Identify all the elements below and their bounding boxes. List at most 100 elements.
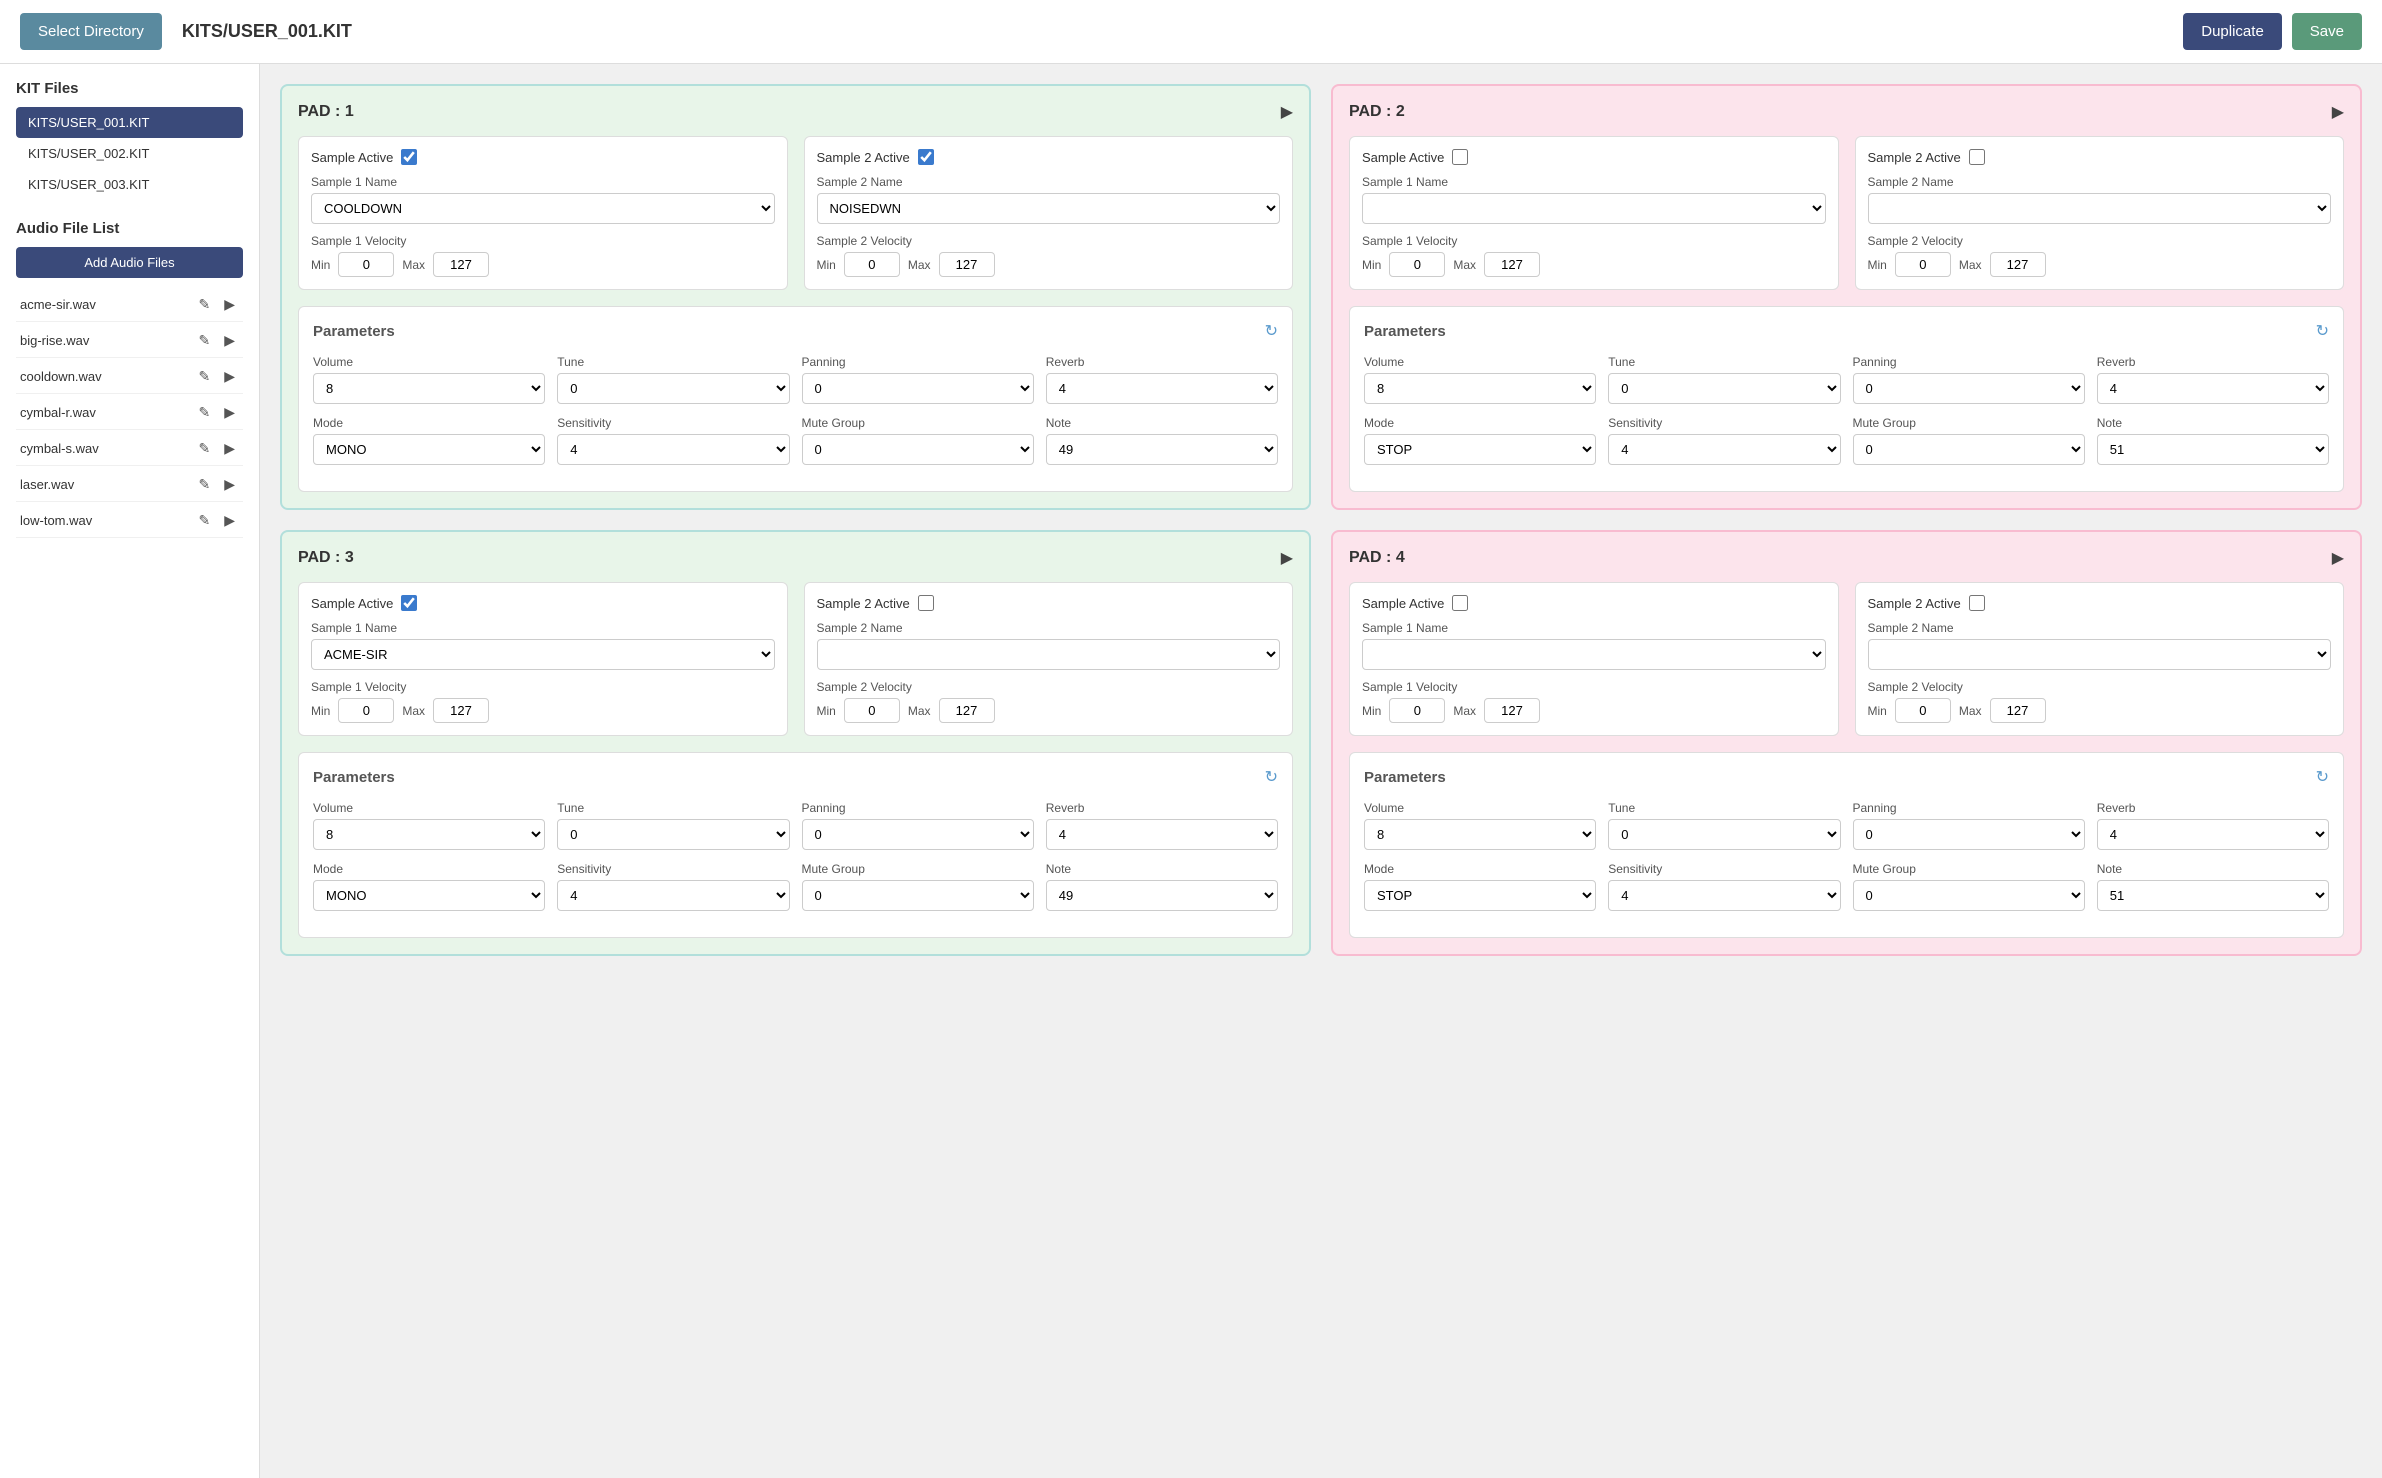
pad2-note-param-select[interactable]: 51	[2097, 434, 2329, 465]
kit-file-item[interactable]: KITS/USER_001.KIT	[16, 107, 243, 138]
pad-play-button-2[interactable]: ▶	[2332, 102, 2344, 122]
pad3-reverb-param-select[interactable]: 4	[1046, 819, 1278, 850]
pad1-sample1-vel-max-input[interactable]	[433, 252, 489, 277]
save-button[interactable]: Save	[2292, 13, 2362, 50]
pad3-sample2-vel-min-input[interactable]	[844, 698, 900, 723]
pad1-sample1-name-select[interactable]: COOLDOWN	[311, 193, 775, 224]
params-reset-button-3[interactable]: ↻	[1265, 767, 1278, 787]
pad3-panning-param-select[interactable]: 0	[802, 819, 1034, 850]
pad3-sample2-name-select[interactable]	[817, 639, 1281, 670]
pad4-sample1-min-label: Min	[1362, 704, 1381, 718]
pad3-sample2-active-checkbox[interactable]	[918, 595, 934, 611]
duplicate-button[interactable]: Duplicate	[2183, 13, 2282, 50]
pad2-mode-param-select[interactable]: STOP	[1364, 434, 1596, 465]
pad4-sensitivity-param-select[interactable]: 4	[1608, 880, 1840, 911]
pad2-sample2-vel-min-input[interactable]	[1895, 252, 1951, 277]
pad1-tune-param-select[interactable]: 0	[557, 373, 789, 404]
pad2-sample1-active-checkbox[interactable]	[1452, 149, 1468, 165]
pad2-tune-param-select[interactable]: 0	[1608, 373, 1840, 404]
pad2-sample1-name-select[interactable]	[1362, 193, 1826, 224]
params-reset-button-2[interactable]: ↻	[2316, 321, 2329, 341]
pad4-reverb-param-select[interactable]: 4	[2097, 819, 2329, 850]
pad2-sample1-vel-min-input[interactable]	[1389, 252, 1445, 277]
pad3-sensitivity-param-select[interactable]: 4	[557, 880, 789, 911]
play-audio-button[interactable]: ▶	[220, 330, 239, 351]
pad2-sensitivity-param-select[interactable]: 4	[1608, 434, 1840, 465]
pad2-sample2-active-checkbox[interactable]	[1969, 149, 1985, 165]
pad2-sample2-vel-max-input[interactable]	[1990, 252, 2046, 277]
pad-play-button-4[interactable]: ▶	[2332, 548, 2344, 568]
pad1-sample1-vel-min-input[interactable]	[338, 252, 394, 277]
edit-audio-button[interactable]: ✎	[194, 366, 214, 387]
pad4-sample2-name-select[interactable]	[1868, 639, 2332, 670]
pad-play-button-1[interactable]: ▶	[1281, 102, 1293, 122]
pad2-sample1-active-row: Sample Active	[1362, 149, 1826, 165]
play-audio-button[interactable]: ▶	[220, 402, 239, 423]
edit-audio-button[interactable]: ✎	[194, 294, 214, 315]
pad2-sample1-vel-max-input[interactable]	[1484, 252, 1540, 277]
pad4-sample1-active-checkbox[interactable]	[1452, 595, 1468, 611]
pad1-panning-param-select[interactable]: 0	[802, 373, 1034, 404]
pad4-sample2-active-checkbox[interactable]	[1969, 595, 1985, 611]
pad4-volume-param-select[interactable]: 8	[1364, 819, 1596, 850]
edit-audio-button[interactable]: ✎	[194, 474, 214, 495]
pad2-sample2-name-select[interactable]	[1868, 193, 2332, 224]
play-audio-button[interactable]: ▶	[220, 438, 239, 459]
pad4-sample2-vel-min-input[interactable]	[1895, 698, 1951, 723]
pad3-sample1-vel-max-input[interactable]	[433, 698, 489, 723]
edit-audio-button[interactable]: ✎	[194, 510, 214, 531]
pad2-mute-group-param-select[interactable]: 0	[1853, 434, 2085, 465]
pad2-volume-param-select[interactable]: 8	[1364, 373, 1596, 404]
pad4-note-param-select[interactable]: 51	[2097, 880, 2329, 911]
play-audio-button[interactable]: ▶	[220, 294, 239, 315]
pad3-sample1-active-checkbox[interactable]	[401, 595, 417, 611]
select-directory-button[interactable]: Select Directory	[20, 13, 162, 50]
pad1-sample1-active-checkbox[interactable]	[401, 149, 417, 165]
pad1-sample2-vel-min-input[interactable]	[844, 252, 900, 277]
params-reset-button-1[interactable]: ↻	[1265, 321, 1278, 341]
edit-audio-button[interactable]: ✎	[194, 438, 214, 459]
pad2-panning-param-select[interactable]: 0	[1853, 373, 2085, 404]
pad4-sample1-vel-min-input[interactable]	[1389, 698, 1445, 723]
pad1-reverb-param-item: Reverb4	[1046, 355, 1278, 404]
pad1-reverb-param-select[interactable]: 4	[1046, 373, 1278, 404]
pad3-sample2-vel-max-input[interactable]	[939, 698, 995, 723]
pad1-mode-param-select[interactable]: MONO	[313, 434, 545, 465]
pad4-tune-param-select[interactable]: 0	[1608, 819, 1840, 850]
pad1-volume-param-select[interactable]: 8	[313, 373, 545, 404]
kit-file-item[interactable]: KITS/USER_002.KIT	[16, 138, 243, 169]
pad1-sample2-active-checkbox[interactable]	[918, 149, 934, 165]
pad1-note-param-select[interactable]: 49	[1046, 434, 1278, 465]
pad3-tune-param-select[interactable]: 0	[557, 819, 789, 850]
pad3-sample1-vel-min-input[interactable]	[338, 698, 394, 723]
kit-file-item[interactable]: KITS/USER_003.KIT	[16, 169, 243, 200]
pad2-reverb-param-select[interactable]: 4	[2097, 373, 2329, 404]
pad3-sample1-name-select[interactable]: ACME-SIR	[311, 639, 775, 670]
pad1-mute-group-param-select[interactable]: 0	[802, 434, 1034, 465]
pad3-volume-param-select[interactable]: 8	[313, 819, 545, 850]
pad4-sample2-vel-max-input[interactable]	[1990, 698, 2046, 723]
pad3-mode-param-select[interactable]: MONO	[313, 880, 545, 911]
add-audio-button[interactable]: Add Audio Files	[16, 247, 243, 278]
params-reset-button-4[interactable]: ↻	[2316, 767, 2329, 787]
pad4-panning-param-select[interactable]: 0	[1853, 819, 2085, 850]
edit-audio-button[interactable]: ✎	[194, 402, 214, 423]
play-audio-button[interactable]: ▶	[220, 366, 239, 387]
pad4-panning-param-label: Panning	[1853, 801, 2085, 815]
pad4-reverb-param-item: Reverb4	[2097, 801, 2329, 850]
pad3-mute-group-param-select[interactable]: 0	[802, 880, 1034, 911]
pad4-mute-group-param-select[interactable]: 0	[1853, 880, 2085, 911]
pad1-sample2-name-select[interactable]: NOISEDWN	[817, 193, 1281, 224]
pad-play-button-3[interactable]: ▶	[1281, 548, 1293, 568]
params-grid1-4: Volume8Tune0Panning0Reverb4	[1364, 801, 2329, 850]
pad4-sample1-vel-max-input[interactable]	[1484, 698, 1540, 723]
edit-audio-button[interactable]: ✎	[194, 330, 214, 351]
pad1-sensitivity-param-select[interactable]: 4	[557, 434, 789, 465]
pad1-sample2-velocity-row: MinMax	[817, 252, 1281, 277]
play-audio-button[interactable]: ▶	[220, 510, 239, 531]
pad1-sample2-vel-max-input[interactable]	[939, 252, 995, 277]
pad4-sample1-name-select[interactable]	[1362, 639, 1826, 670]
play-audio-button[interactable]: ▶	[220, 474, 239, 495]
pad4-mode-param-select[interactable]: STOP	[1364, 880, 1596, 911]
pad3-note-param-select[interactable]: 49	[1046, 880, 1278, 911]
